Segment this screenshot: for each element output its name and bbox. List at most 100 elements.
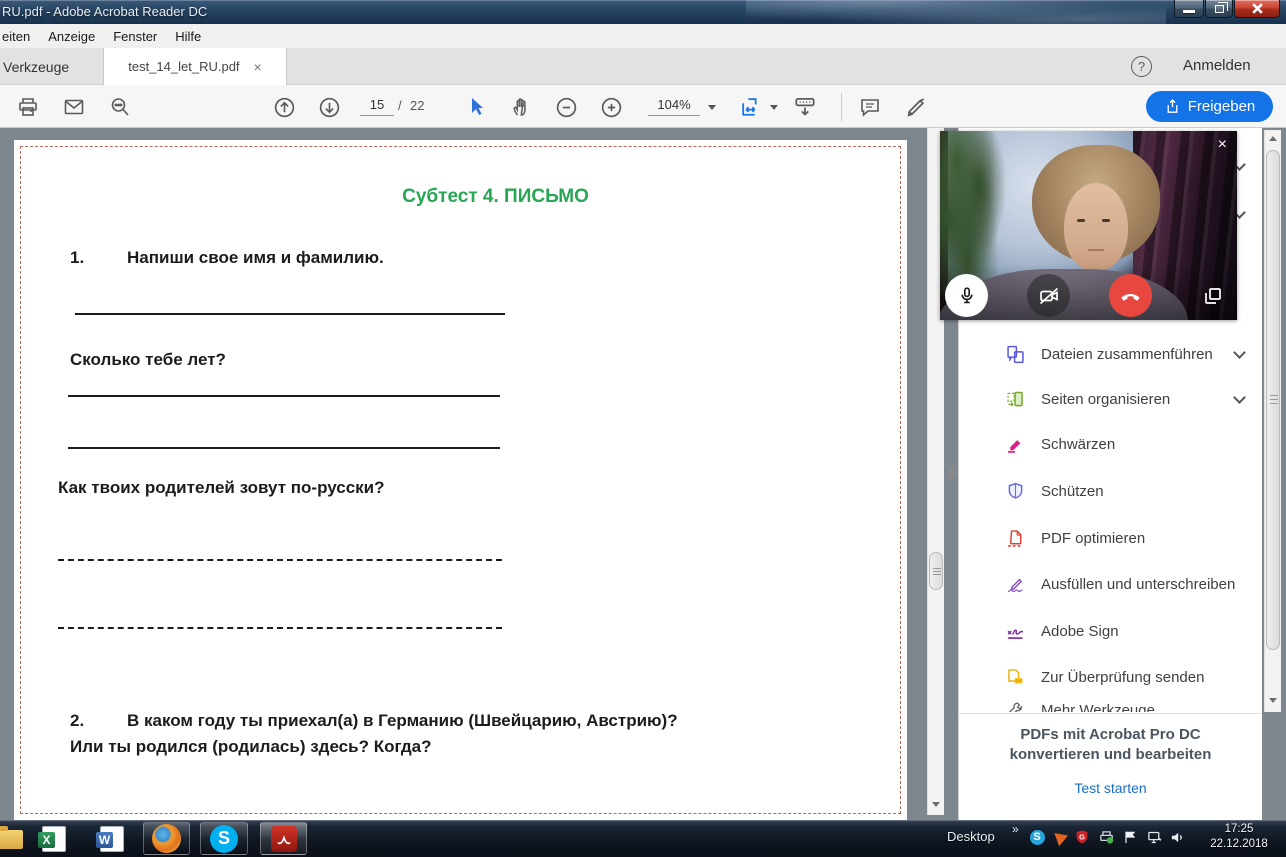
tools-panel-scrollbar[interactable] xyxy=(1264,130,1281,712)
email-icon xyxy=(62,95,86,119)
select-tool-button[interactable] xyxy=(463,94,489,120)
zoom-out-icon xyxy=(554,95,579,120)
hang-up-button[interactable] xyxy=(1109,274,1152,317)
sidebar-item-label: Zur Überprüfung senden xyxy=(1041,669,1204,686)
next-page-button[interactable] xyxy=(316,94,342,120)
question-1-number: 1. xyxy=(70,248,84,268)
menu-item-anzeige[interactable]: Anzeige xyxy=(39,26,104,47)
send-review-icon xyxy=(1004,666,1026,688)
sidebar-item-label: Seiten organisieren xyxy=(1041,391,1170,408)
question-age-text: Сколько тебе лет? xyxy=(70,350,226,370)
desktop-toolbar-label[interactable]: Desktop xyxy=(947,829,995,844)
zoom-in-button[interactable] xyxy=(598,94,624,120)
tray-arrow-icon[interactable] xyxy=(1050,828,1068,846)
previous-page-button[interactable] xyxy=(271,94,297,120)
menu-item-bearbeiten[interactable]: eiten xyxy=(0,26,39,47)
sidebar-item-label: Dateien zusammenführen xyxy=(1041,346,1213,363)
tray-network-icon[interactable] xyxy=(1145,828,1163,846)
page-number-input[interactable]: 15 xyxy=(360,97,394,116)
fit-width-button[interactable] xyxy=(738,94,764,120)
fit-width-dropdown-caret-icon[interactable] xyxy=(770,105,778,110)
sidebar-item-adobe-sign[interactable]: Adobe Sign xyxy=(959,616,1262,646)
menu-item-hilfe[interactable]: Hilfe xyxy=(166,26,210,47)
camera-off-button[interactable] xyxy=(1027,274,1070,317)
minimize-icon xyxy=(1183,10,1195,13)
highlight-button[interactable] xyxy=(902,94,928,120)
main-toolbar: 15 / 22 104% xyxy=(0,85,1286,128)
sidebar-item-redact[interactable]: Schwärzen xyxy=(959,429,1262,459)
webcam-person-mouth xyxy=(1088,249,1104,251)
start-trial-link[interactable]: Test starten xyxy=(959,780,1262,796)
aero-glass-highlight xyxy=(746,0,1166,24)
taskbar-word-button[interactable]: W xyxy=(96,824,128,854)
tray-printer-icon[interactable] xyxy=(1097,828,1115,846)
help-button[interactable]: ? xyxy=(1131,56,1152,77)
sidebar-item-protect[interactable]: Schützen xyxy=(959,476,1262,506)
taskbar-overflow-chevron[interactable]: » xyxy=(1012,822,1019,836)
sidebar-item-more-tools[interactable]: Mehr Werkzeuge xyxy=(959,688,1262,712)
tab-close-icon[interactable]: × xyxy=(254,59,262,75)
microphone-button[interactable] xyxy=(945,274,988,317)
tab-document[interactable]: test_14_let_RU.pdf × xyxy=(103,48,287,85)
svg-text:G: G xyxy=(1079,833,1085,842)
tray-skype-icon[interactable]: S xyxy=(1028,828,1046,846)
scroll-up-icon[interactable] xyxy=(1269,136,1277,141)
sidebar-item-combine-files[interactable]: Dateien zusammenführen xyxy=(959,339,1262,369)
tools-panel-scrollbar-thumb[interactable] xyxy=(1266,150,1280,650)
share-button-label: Freigeben xyxy=(1188,98,1256,115)
taskbar-acrobat-button[interactable] xyxy=(260,822,307,855)
document-scrollbar-thumb[interactable] xyxy=(929,552,943,590)
sidebar-item-fill-sign[interactable]: Ausfüllen und unterschreiben xyxy=(959,569,1262,599)
folder-icon xyxy=(0,830,23,849)
clock-time: 17:25 xyxy=(1198,822,1280,837)
webcam-person-face xyxy=(1064,183,1128,271)
pop-out-icon xyxy=(1201,284,1225,308)
share-icon xyxy=(1164,98,1181,115)
select-tool-icon xyxy=(464,95,488,119)
document-title: Субтест 4. ПИСЬМО xyxy=(84,186,907,208)
firefox-icon xyxy=(152,824,181,853)
hand-tool-icon xyxy=(509,95,533,119)
hand-tool-button[interactable] xyxy=(508,94,534,120)
scroll-down-icon[interactable] xyxy=(932,802,940,807)
answer-line xyxy=(68,447,500,449)
close-button[interactable] xyxy=(1234,0,1280,18)
taskbar-explorer-button[interactable] xyxy=(0,824,26,854)
taskbar-skype-button[interactable]: S xyxy=(200,822,248,855)
minimize-button[interactable] xyxy=(1174,0,1204,18)
tray-flag-icon[interactable] xyxy=(1121,828,1139,846)
comment-button[interactable] xyxy=(857,94,883,120)
menu-item-fenster[interactable]: Fenster xyxy=(104,26,166,47)
scroll-down-icon[interactable] xyxy=(1269,698,1277,703)
webcam-close-icon[interactable]: × xyxy=(1218,136,1227,154)
zoom-out-button[interactable] xyxy=(553,94,579,120)
tray-volume-icon[interactable] xyxy=(1168,828,1186,846)
combine-files-icon xyxy=(1004,343,1026,365)
tab-werkzeuge[interactable]: Verkzeuge xyxy=(0,48,69,85)
promo-text-line1: PDFs mit Acrobat Pro DC xyxy=(959,726,1262,743)
panel-toggle-arrow[interactable] xyxy=(949,466,958,480)
taskbar-firefox-button[interactable] xyxy=(143,822,190,855)
taskbar-clock[interactable]: 17:25 22.12.2018 xyxy=(1198,822,1280,852)
optimize-pdf-icon xyxy=(1004,527,1026,549)
pop-out-button[interactable] xyxy=(1191,274,1234,317)
print-icon xyxy=(16,95,40,119)
taskbar-excel-button[interactable]: X xyxy=(38,824,70,854)
tray-gdata-shield-icon[interactable]: G xyxy=(1073,828,1091,846)
restore-button[interactable] xyxy=(1205,0,1233,18)
zoom-dropdown-caret-icon[interactable] xyxy=(708,105,716,110)
sidebar-item-organize-pages[interactable]: Seiten organisieren xyxy=(959,384,1262,414)
page-total: 22 xyxy=(410,98,424,113)
page-display-icon xyxy=(792,94,818,120)
sidebar-item-label: Mehr Werkzeuge xyxy=(1041,702,1155,712)
sign-in-link[interactable]: Anmelden xyxy=(1183,57,1251,74)
share-button[interactable]: Freigeben xyxy=(1146,91,1273,122)
search-button[interactable] xyxy=(107,94,133,120)
zoom-level-input[interactable]: 104% xyxy=(648,97,700,116)
print-button[interactable] xyxy=(15,94,41,120)
protect-icon xyxy=(1004,480,1026,502)
redact-icon xyxy=(1004,433,1026,455)
sidebar-item-optimize-pdf[interactable]: PDF optimieren xyxy=(959,523,1262,553)
email-button[interactable] xyxy=(61,94,87,120)
page-display-button[interactable] xyxy=(792,94,818,120)
